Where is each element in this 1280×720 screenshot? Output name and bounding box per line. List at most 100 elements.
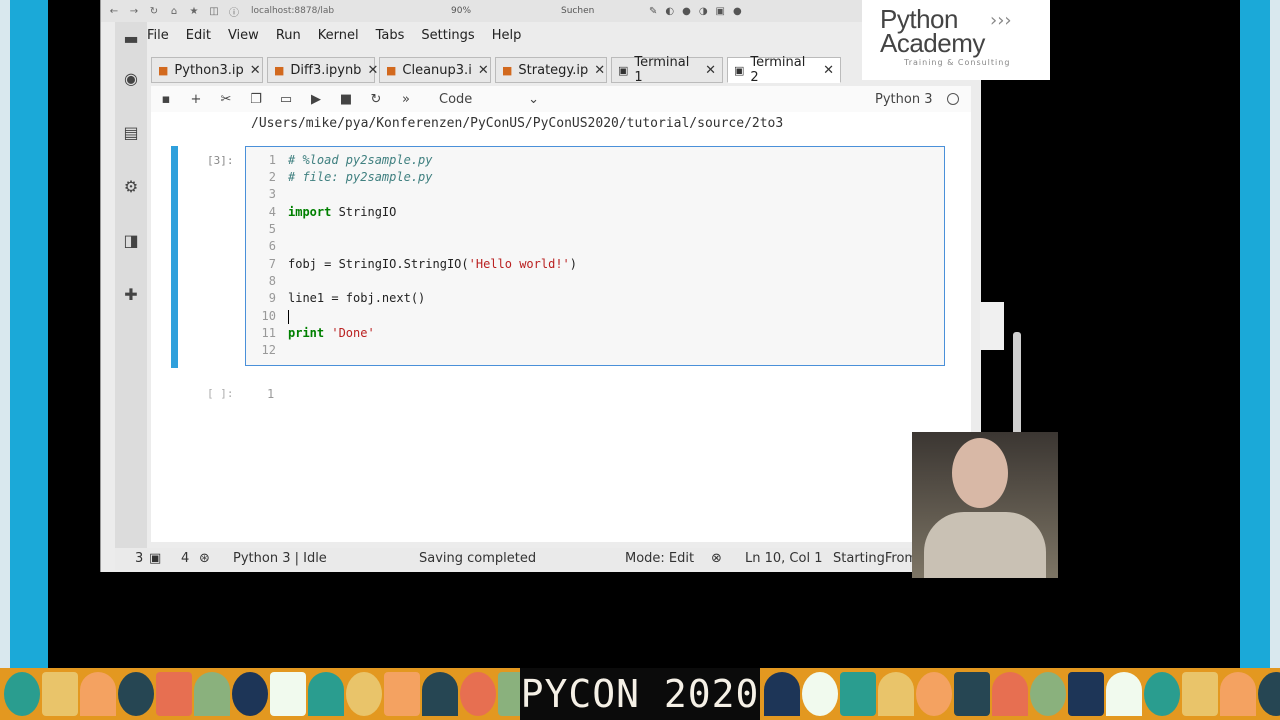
status-count-b[interactable]: 4: [181, 551, 189, 566]
chevron-tile-icon: [80, 672, 116, 716]
paste-icon[interactable]: ▭: [271, 92, 301, 107]
diamond-tile-icon: [156, 672, 192, 716]
close-icon[interactable]: ✕: [367, 63, 378, 78]
notebook-toolbar: ▪ + ✂ ❐ ▭ ▶ ■ ↻ » Code ⌄ Python 3: [151, 86, 971, 113]
commands-icon[interactable]: ▤: [121, 122, 141, 142]
notebook-icon: ■: [274, 63, 285, 77]
chevron-tile-icon: [1068, 672, 1104, 716]
kernel-icon: ⊛: [199, 551, 210, 566]
code-line: 10: [246, 309, 936, 326]
left-border-strip: [0, 0, 10, 668]
property-inspector-icon[interactable]: ⚙: [121, 176, 141, 196]
webcam-video: [912, 432, 1058, 578]
home-icon[interactable]: ⌂: [167, 6, 181, 17]
menu-bar: File Edit View Run Kernel Tabs Settings …: [147, 28, 538, 48]
empty-cell-editor[interactable]: 1: [267, 387, 274, 401]
menu-file[interactable]: File: [147, 28, 169, 48]
code-cell-editor[interactable]: 1 # %load py2sample.py 2 # file: py2sample…: [245, 146, 945, 366]
reload-icon[interactable]: ↻: [147, 6, 161, 17]
circuit-tile-icon: [1258, 672, 1280, 716]
code-line: 6: [268, 239, 276, 253]
fast-forward-icon[interactable]: »: [391, 92, 421, 107]
tab-bar: ■ Python3.ip ✕ ■ Diff3.ipynb ✕ ■ Cleanup…: [151, 55, 871, 85]
tab-python3[interactable]: ■ Python3.ip ✕: [151, 57, 263, 83]
code-line: 2 # file: py2sample.py: [268, 170, 433, 184]
code-line: 3: [268, 187, 276, 201]
diamond-tile-icon: [764, 672, 800, 716]
tab-strategy[interactable]: ■ Strategy.ip ✕: [495, 57, 607, 83]
menu-edit[interactable]: Edit: [186, 28, 211, 48]
tab-cleanup3[interactable]: ■ Cleanup3.i ✕: [379, 57, 491, 83]
folder-icon[interactable]: ▬: [121, 28, 141, 48]
forward-icon[interactable]: →: [127, 6, 141, 17]
menu-settings[interactable]: Settings: [421, 28, 474, 48]
robot-tile-icon: [840, 672, 876, 716]
tab-diff3[interactable]: ■ Diff3.ipynb ✕: [267, 57, 378, 83]
code-line: 4 import StringIO: [268, 205, 397, 219]
menu-kernel[interactable]: Kernel: [318, 28, 359, 48]
leaf-tile-icon: [1106, 672, 1142, 716]
close-icon[interactable]: ✕: [823, 63, 834, 78]
url-field[interactable]: localhost:8878/lab: [251, 6, 334, 16]
code-line: 7 fobj = StringIO.StringIO('Hello world!'…: [268, 257, 578, 271]
save-icon[interactable]: ▪: [151, 92, 181, 107]
menu-view[interactable]: View: [228, 28, 259, 48]
python-tile-icon: [42, 672, 78, 716]
info-icon[interactable]: ⓘ: [227, 4, 241, 19]
close-icon[interactable]: ✕: [594, 63, 605, 78]
tab-terminal-2[interactable]: ▣ Terminal 2 ✕: [727, 55, 841, 85]
python-tile-icon: [1030, 672, 1066, 716]
zoom-level[interactable]: 90%: [451, 6, 471, 16]
close-icon[interactable]: ✕: [478, 63, 489, 78]
tab-label: Terminal 2: [750, 55, 806, 85]
extension-icon[interactable]: ✚: [121, 284, 141, 304]
notebook-icon: ■: [502, 63, 513, 77]
search-field[interactable]: Suchen: [561, 6, 594, 16]
cell-type-select[interactable]: Code ⌄: [439, 92, 539, 107]
tab-label: Terminal 1: [634, 55, 690, 85]
wrench-tile-icon: [916, 672, 952, 716]
extension-icons[interactable]: ✎◐●◑▣●: [649, 6, 750, 17]
cut-icon[interactable]: ✂: [211, 92, 241, 107]
stop-icon[interactable]: ■: [331, 92, 361, 107]
kernel-state[interactable]: Python 3 | Idle: [233, 551, 327, 566]
right-border-strip: [1270, 0, 1280, 668]
add-cell-icon[interactable]: +: [181, 92, 211, 107]
robot-tile-icon: [232, 672, 268, 716]
menu-run[interactable]: Run: [276, 28, 301, 48]
tab-label: Cleanup3.i: [402, 62, 472, 78]
python-academy-logo: Python ››› Academy Training & Consulting: [862, 0, 1050, 80]
code-line: 1 # %load py2sample.py: [268, 153, 433, 167]
chart-tile-icon: [194, 672, 230, 716]
restart-icon[interactable]: ↻: [361, 92, 391, 107]
status-file: StartingFrom: [833, 551, 918, 566]
running-icon[interactable]: ◉: [121, 68, 141, 88]
close-icon[interactable]: ✕: [250, 63, 261, 78]
menu-help[interactable]: Help: [492, 28, 522, 48]
menu-tabs[interactable]: Tabs: [376, 28, 405, 48]
chart-tile-icon: [1182, 672, 1218, 716]
run-icon[interactable]: ▶: [301, 92, 331, 107]
back-icon[interactable]: ←: [107, 6, 121, 17]
trusted-icon[interactable]: ⊗: [711, 551, 722, 566]
cursor-position[interactable]: Ln 10, Col 1: [745, 551, 822, 566]
wrench-tile-icon: [308, 672, 344, 716]
activity-bar: ▬ ◉ ▤ ⚙ ◨ ✚: [115, 22, 147, 568]
code-line: 12: [261, 343, 276, 357]
chevron-down-icon: ⌄: [528, 91, 539, 107]
pycon-title: PYCON 2020: [520, 668, 760, 720]
code-line: 11 print 'Done': [261, 326, 375, 340]
close-icon[interactable]: ✕: [705, 63, 716, 78]
bookmark-icon[interactable]: ★: [187, 6, 201, 17]
browser-bar: ← → ↻ ⌂ ★ ◫ ⓘ localhost:8878/lab 90% Suc…: [101, 0, 981, 22]
edit-mode: Mode: Edit: [625, 551, 695, 566]
robot-tile-icon: [1220, 672, 1256, 716]
tabs-icon[interactable]: ◨: [121, 230, 141, 250]
tab-label: Strategy.ip: [518, 62, 589, 78]
tab-terminal-1[interactable]: ▣ Terminal 1 ✕: [611, 55, 723, 85]
cell-prompt: [3]:: [207, 154, 234, 167]
copy-icon[interactable]: ❐: [241, 92, 271, 107]
status-count-a[interactable]: 3: [135, 551, 143, 566]
chevron-tile-icon: [460, 672, 496, 716]
kernel-name[interactable]: Python 3: [875, 92, 932, 107]
